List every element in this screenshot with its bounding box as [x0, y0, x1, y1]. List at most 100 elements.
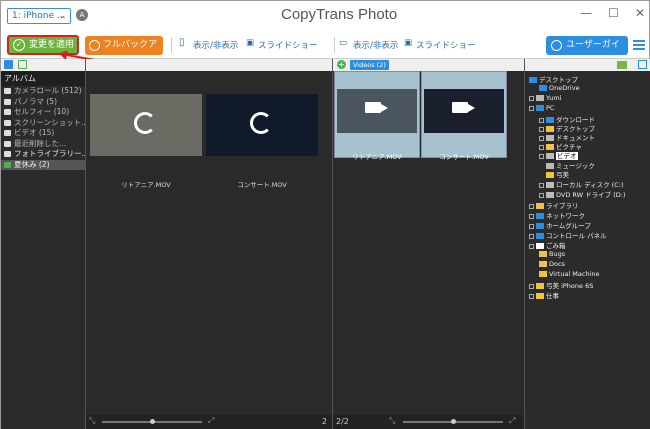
zoom-in-icon[interactable]: ⤢: [509, 416, 515, 426]
trash-icon: [4, 140, 11, 147]
album-sidebar: アルバム カメラロール (512) パノラマ (5) セルフィー (10) スク…: [1, 59, 85, 429]
tree-item-selected[interactable]: ビデオ: [539, 150, 578, 160]
tree-item[interactable]: ライブラリ: [529, 200, 579, 210]
user-guide-button[interactable]: ユーザーガイド: [546, 36, 628, 69]
device-selector[interactable]: 1: iPhone ... ⌄: [7, 8, 71, 24]
title-bar: 1: iPhone ... ⌄ A CopyTrans Photo — ☐ ✕: [1, 1, 649, 31]
tree-item[interactable]: Virtual Machine: [539, 270, 600, 278]
album-item[interactable]: スクリーンショット...: [1, 118, 85, 129]
library-icon: [536, 203, 544, 209]
tree-item[interactable]: ホームグループ: [529, 220, 591, 230]
folder-icon: [546, 172, 554, 178]
camera-icon: [4, 151, 11, 157]
slider-knob[interactable]: [451, 419, 456, 424]
apply-label: 変更を適用: [29, 40, 75, 50]
play-icon: ▣: [246, 38, 255, 48]
tree-item[interactable]: 弓美 iPhone 6S: [529, 280, 593, 290]
tree-item[interactable]: ごみ箱: [529, 240, 566, 250]
folder-icon: [539, 261, 547, 267]
folder-icon: [536, 293, 544, 299]
video-thumbnail[interactable]: コンサート.MOV: [421, 71, 507, 161]
tree-view-icon[interactable]: [18, 60, 27, 69]
photo-thumbnail[interactable]: [90, 94, 202, 156]
album-item[interactable]: カメラロール (512): [1, 86, 85, 97]
apply-changes-button[interactable]: ✓ 変更を適用: [7, 35, 79, 55]
check-icon: ✓: [13, 39, 25, 51]
selfie-icon: [4, 109, 11, 115]
folder-icon[interactable]: [617, 61, 627, 69]
folder-icon: [536, 283, 544, 289]
tree-item[interactable]: Bugs: [539, 250, 565, 258]
slider-knob[interactable]: [150, 419, 155, 424]
item-count: 2: [321, 417, 327, 426]
minimize-icon[interactable]: —: [580, 6, 592, 20]
video-icon: [4, 130, 11, 136]
right-toggle-button[interactable]: 表示/非表示: [353, 39, 398, 51]
collapse-icon[interactable]: [638, 60, 647, 69]
left-toggle-button[interactable]: 表示/非表示: [193, 39, 238, 51]
desktop-icon: [529, 77, 537, 83]
album-header: アルバム: [1, 71, 85, 86]
video-camera-icon: [452, 102, 475, 113]
panorama-icon: [4, 98, 11, 105]
panel-footer: ⤡ ⤢ 2: [86, 415, 332, 429]
control-panel-icon: [536, 233, 544, 239]
album-item[interactable]: セルフィー (10): [1, 107, 85, 118]
panel-footer: 2/2 ⤡ ⤢: [333, 415, 524, 429]
window-controls: — ☐ ✕: [580, 6, 645, 20]
tree-item[interactable]: Yumi: [529, 94, 561, 102]
monitor-icon: ▭: [339, 38, 348, 48]
sidebar-tabs: [1, 59, 85, 71]
folder-tab[interactable]: Videos (2): [350, 60, 389, 70]
screenshot-icon: [4, 119, 11, 126]
device-badge[interactable]: A: [76, 9, 88, 21]
tree-item[interactable]: 仕事: [529, 290, 559, 300]
photo-caption: コンサート.MOV: [237, 181, 287, 189]
tree-item[interactable]: OneDrive: [539, 84, 580, 92]
album-item-selected[interactable]: 夏休み (2): [1, 159, 85, 170]
right-slideshow-button[interactable]: スライドショー: [416, 39, 476, 51]
tree-item[interactable]: コントロール パネル: [529, 230, 607, 240]
play-icon: ▣: [404, 38, 413, 48]
backup-icon: [89, 40, 100, 51]
video-icon: [546, 153, 554, 159]
video-thumbnail[interactable]: リトアニア.MOV: [334, 71, 420, 161]
tree-item[interactable]: ネットワーク: [529, 210, 585, 220]
album-item[interactable]: パノラマ (5): [1, 97, 85, 108]
toolbar: ✓ 変更を適用 フルバックアップ ▯ 表示/非表示 ▣ スライドショー ▭ 表示…: [1, 31, 649, 69]
zoom-slider[interactable]: [102, 419, 202, 424]
user-icon: [536, 95, 544, 101]
divider: [334, 37, 335, 53]
album-item[interactable]: ビデオ (15): [1, 128, 85, 139]
photo-thumbnail[interactable]: [206, 94, 318, 156]
tree-item[interactable]: DVD RW ドライブ (D:): [539, 189, 626, 199]
collapse-icon[interactable]: [4, 60, 13, 69]
divider: [171, 37, 172, 53]
video-caption: コンサート.MOV: [439, 153, 489, 161]
folder-icon: [4, 161, 11, 168]
tree-item[interactable]: デスクトップ: [529, 74, 578, 84]
dvd-icon: [546, 192, 554, 198]
zoom-in-icon[interactable]: ⤢: [208, 416, 214, 426]
full-backup-button[interactable]: フルバックアップ: [85, 36, 163, 69]
video-camera-icon: [365, 102, 388, 113]
maximize-icon[interactable]: ☐: [608, 6, 619, 20]
add-icon[interactable]: +: [337, 60, 346, 69]
zoom-slider[interactable]: [403, 419, 503, 424]
hamburger-menu-icon[interactable]: [633, 40, 645, 50]
left-slideshow-button[interactable]: スライドショー: [258, 39, 318, 51]
album-item[interactable]: フォトライブラリー...: [1, 149, 85, 160]
pc-photo-panel: + Videos (2) リトアニア.MOV コンサート.MOV 2/2 ⤡ ⤢: [332, 59, 524, 429]
close-icon[interactable]: ✕: [635, 6, 645, 20]
homegroup-icon: [536, 223, 544, 229]
chevron-down-icon: ⌄: [58, 11, 66, 21]
album-item[interactable]: 最近削除した...: [1, 139, 85, 150]
zoom-out-icon[interactable]: ⤡: [389, 416, 395, 426]
tree-item[interactable]: ローカル ディスク (C:): [539, 179, 623, 189]
tree-item[interactable]: PC: [529, 104, 554, 112]
network-icon: [536, 213, 544, 219]
tree-item[interactable]: Docs: [539, 260, 565, 268]
tree-item[interactable]: 弓美: [539, 169, 569, 179]
zoom-out-icon[interactable]: ⤡: [89, 416, 95, 426]
cloud-icon: [539, 85, 547, 91]
